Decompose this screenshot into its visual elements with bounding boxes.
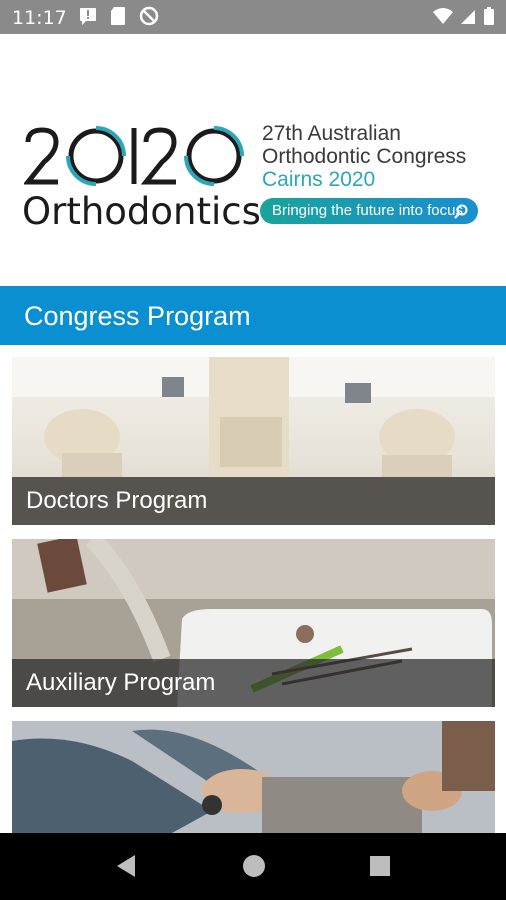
- battery-icon: [483, 6, 495, 26]
- logo-line-2: Orthodontic Congress: [262, 145, 467, 168]
- program-card-auxiliary[interactable]: Auxiliary Program: [12, 539, 495, 707]
- logo-line-3: Cairns 2020: [262, 168, 376, 191]
- android-nav-bar: [0, 833, 506, 900]
- recents-icon[interactable]: [369, 853, 391, 884]
- logo-line-1: 27th Australian: [262, 122, 401, 145]
- page-title: Congress Program: [24, 301, 251, 331]
- do-not-disturb-icon: [139, 6, 159, 26]
- magnifier-icon: [453, 203, 469, 229]
- home-icon[interactable]: [242, 853, 266, 884]
- sd-card-icon: [109, 6, 127, 26]
- back-icon[interactable]: [115, 853, 137, 884]
- signal-icon: [459, 6, 477, 26]
- section-header: Congress Program: [0, 286, 506, 345]
- program-card-label: Auxiliary Program: [26, 669, 216, 696]
- program-card-doctors[interactable]: Doctors Program: [12, 357, 495, 525]
- status-time: 11:17: [12, 7, 67, 29]
- message-alert-icon: [78, 6, 98, 26]
- program-card-label: Doctors Program: [26, 487, 208, 514]
- logo-tagline: Bringing the future into focus: [260, 198, 478, 224]
- congress-logo: Orthodontics 27th Australian Orthodontic…: [0, 34, 506, 284]
- tagline-text: Bringing the future into focus: [272, 202, 463, 219]
- logo-2020-mark: [22, 126, 246, 193]
- program-card-third[interactable]: [12, 721, 495, 833]
- third-program-image: [12, 721, 495, 833]
- status-bar: 11:17: [0, 0, 506, 34]
- logo-brand-text: Orthodontics: [22, 190, 261, 233]
- wifi-icon: [433, 6, 453, 26]
